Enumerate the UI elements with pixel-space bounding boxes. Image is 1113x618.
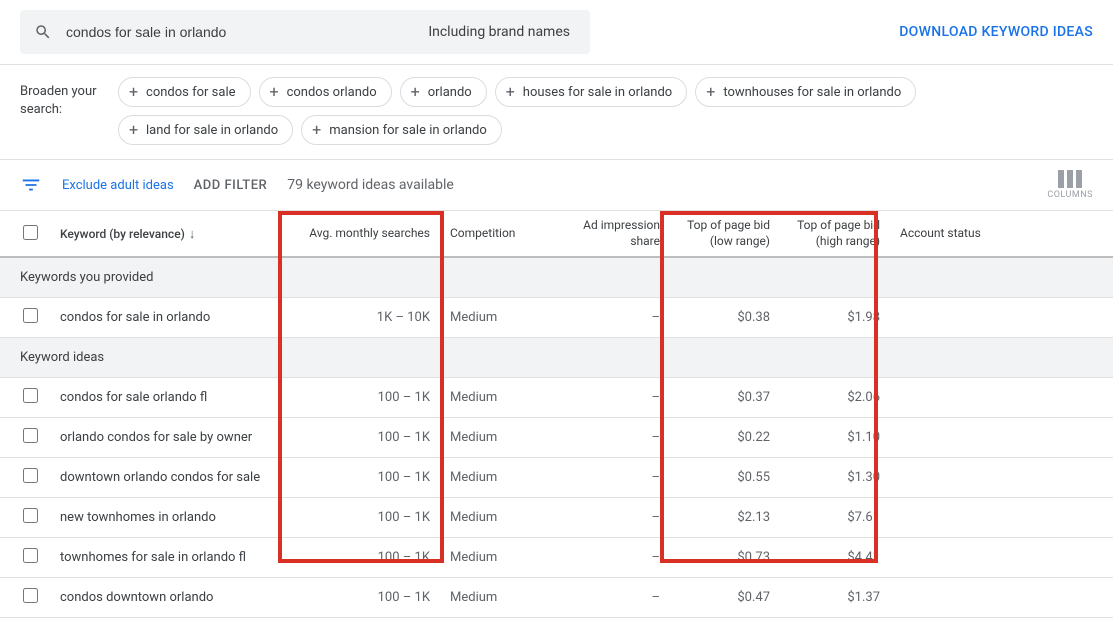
row-checkbox[interactable]: [23, 548, 38, 563]
row-checkbox[interactable]: [23, 588, 38, 603]
col-header-avg-searches[interactable]: Avg. monthly searches: [280, 211, 440, 257]
col-header-bid-low[interactable]: Top of page bid (low range): [670, 211, 780, 257]
broaden-search-section: Broaden your search: + condos for sale + co…: [0, 65, 1113, 160]
table-section-row: Keyword ideas: [0, 337, 1113, 377]
col-header-bid-high[interactable]: Top of page bid (high range): [780, 211, 890, 257]
row-checkbox[interactable]: [23, 428, 38, 443]
table-row: new townhomes in orlando100 – 1KMedium–$…: [0, 497, 1113, 537]
row-checkbox[interactable]: [23, 468, 38, 483]
table-row: townhomes for sale in orlando fl100 – 1K…: [0, 537, 1113, 577]
download-keyword-ideas-link[interactable]: DOWNLOAD KEYWORD IDEAS: [899, 24, 1093, 40]
columns-icon: [1058, 170, 1082, 188]
keyword-table-wrap: Keyword (by relevance)↓ Avg. monthly sea…: [0, 211, 1113, 618]
chip-label: orlando: [428, 85, 472, 100]
plus-icon: +: [411, 84, 420, 100]
chip-label: condos orlando: [287, 85, 377, 100]
search-input[interactable]: [66, 24, 414, 40]
col-header-account-status[interactable]: Account status: [890, 211, 1113, 257]
broaden-chips: +condos for sale+condos orlando+orlando+…: [118, 77, 1093, 145]
plus-icon: +: [506, 84, 515, 100]
broaden-chip[interactable]: + orlando: [400, 77, 487, 107]
table-row: condos for sale in orlando1K – 10KMedium…: [0, 297, 1113, 337]
filter-funnel-icon[interactable]: [20, 174, 42, 196]
row-checkbox[interactable]: [23, 388, 38, 403]
broaden-chip[interactable]: + townhouses for sale in orlando: [695, 77, 916, 107]
brand-names-label: Including brand names: [428, 24, 576, 40]
plus-icon: +: [270, 84, 279, 100]
row-checkbox[interactable]: [23, 508, 38, 523]
sort-arrow-down-icon: ↓: [189, 227, 196, 242]
search-icon: [34, 23, 52, 41]
chip-label: townhouses for sale in orlando: [723, 85, 901, 100]
plus-icon: +: [312, 122, 321, 138]
keyword-table: Keyword (by relevance)↓ Avg. monthly sea…: [0, 211, 1113, 618]
broaden-chip[interactable]: + condos orlando: [259, 77, 392, 107]
table-row: orlando condos for sale by owner100 – 1K…: [0, 417, 1113, 457]
broaden-chip[interactable]: + mansion for sale in orlando: [301, 115, 502, 145]
broaden-chip[interactable]: + condos for sale: [118, 77, 251, 107]
chip-label: land for sale in orlando: [146, 123, 278, 138]
top-bar: Including brand names DOWNLOAD KEYWORD I…: [0, 0, 1113, 65]
broaden-chip[interactable]: + land for sale in orlando: [118, 115, 293, 145]
chip-label: condos for sale: [146, 85, 235, 100]
broaden-search-label: Broaden your search:: [20, 77, 102, 119]
chip-label: houses for sale in orlando: [523, 85, 672, 100]
col-header-keyword[interactable]: Keyword (by relevance)↓: [50, 211, 280, 257]
col-header-ad-impression[interactable]: Ad impression share: [570, 211, 670, 257]
col-header-competition[interactable]: Competition: [440, 211, 570, 257]
plus-icon: +: [129, 84, 138, 100]
exclude-adult-ideas-link[interactable]: Exclude adult ideas: [62, 178, 174, 193]
table-row: condos for sale orlando fl100 – 1KMedium…: [0, 377, 1113, 417]
ideas-count-label: 79 keyword ideas available: [287, 177, 454, 193]
table-row: downtown orlando condos for sale100 – 1K…: [0, 457, 1113, 497]
plus-icon: +: [706, 84, 715, 100]
search-box[interactable]: Including brand names: [20, 10, 590, 54]
filter-bar: Exclude adult ideas ADD FILTER 79 keywor…: [0, 160, 1113, 211]
row-checkbox[interactable]: [23, 308, 38, 323]
columns-button[interactable]: COLUMNS: [1047, 170, 1093, 200]
chip-label: mansion for sale in orlando: [329, 123, 487, 138]
add-filter-button[interactable]: ADD FILTER: [194, 178, 268, 193]
table-row: condos downtown orlando100 – 1KMedium–$0…: [0, 577, 1113, 617]
table-section-row: Keywords you provided: [0, 257, 1113, 297]
broaden-chip[interactable]: + houses for sale in orlando: [495, 77, 688, 107]
plus-icon: +: [129, 122, 138, 138]
select-all-checkbox[interactable]: [23, 225, 38, 240]
